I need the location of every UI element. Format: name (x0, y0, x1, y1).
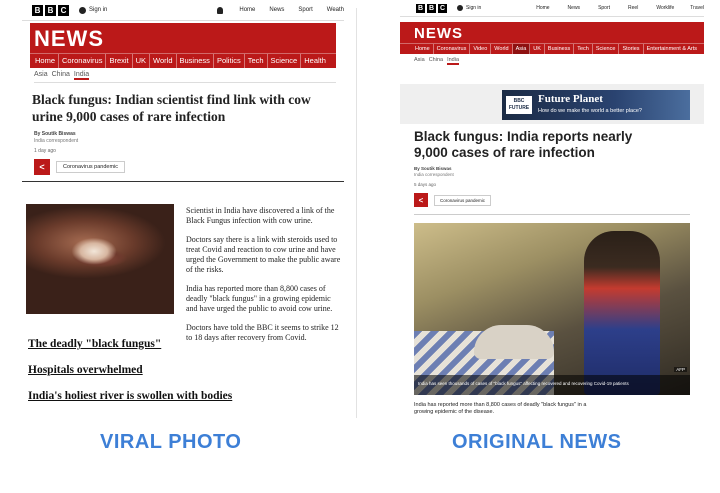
paragraph-4: Doctors have told the BBC it seems to st… (186, 323, 339, 342)
user-icon (79, 6, 86, 14)
breadcrumb-original: Asia China India (414, 57, 704, 67)
topnav-home[interactable]: Home (239, 7, 255, 13)
viral-photo-label: VIRAL PHOTO (100, 431, 242, 453)
nav-politics[interactable]: Politics (214, 54, 245, 68)
viral-panel: BBC Sign in Home News Sport Weath NEWS H… (22, 0, 344, 418)
news-title-original[interactable]: NEWS (400, 22, 704, 43)
article-body: Scientist in India have discovered a lin… (186, 206, 342, 343)
future-planet-ad[interactable]: BBC FUTURE Future Planet How do we make … (502, 90, 690, 120)
nav-home[interactable]: Home (32, 54, 60, 68)
paragraph-3: India has reported more than 8,800 cases… (186, 284, 333, 313)
news-title[interactable]: NEWS (30, 23, 336, 53)
byline-original: By Soutik Biswas (414, 166, 452, 171)
bbc-logo[interactable]: BBC (32, 4, 69, 16)
topnav-news[interactable]: News (269, 7, 284, 13)
panel-divider (356, 8, 357, 418)
news-nav-original: Home Coronavirus Video World Asia UK Bus… (400, 43, 704, 54)
crumb-china[interactable]: China (52, 71, 70, 80)
woman-shape (584, 231, 660, 395)
byline-role: India correspondent (34, 138, 79, 144)
crumb-china[interactable]: China (429, 57, 443, 65)
topnav-news[interactable]: News (568, 5, 581, 11)
nav-health[interactable]: Health (301, 54, 329, 68)
timestamp-original: 5 days ago (414, 182, 437, 187)
nav-entertainment[interactable]: Entertainment & Arts (644, 44, 700, 54)
topnav-travel[interactable]: Travel (690, 5, 704, 11)
signin-link[interactable]: Sign in (79, 6, 107, 14)
news-bar-original: NEWS Home Coronavirus Video World Asia U… (400, 22, 704, 54)
user-icon (457, 5, 463, 11)
share-button[interactable]: < (34, 159, 50, 175)
nav-tech[interactable]: Tech (574, 44, 593, 54)
crumb-asia[interactable]: Asia (414, 57, 425, 65)
news-nav: Home Coronavirus Brexit UK World Busines… (30, 53, 336, 68)
nav-coronavirus[interactable]: Coronavirus (434, 44, 471, 54)
nav-uk[interactable]: UK (530, 44, 545, 54)
lead-paragraph: India has reported more than 8,800 cases… (414, 402, 587, 415)
nav-brexit[interactable]: Brexit (106, 54, 133, 68)
nav-business[interactable]: Business (177, 54, 214, 68)
paragraph-2: Doctors say there is a link with steroid… (186, 235, 341, 274)
ad-subtitle: How do we make the world a better place? (538, 108, 642, 114)
topnav-home[interactable]: Home (536, 5, 549, 11)
share-row: < Coronavirus pandemic (34, 159, 344, 175)
nav-business[interactable]: Business (545, 44, 575, 54)
eye-photo (26, 204, 174, 314)
paragraph-1: Scientist in India have discovered a lin… (186, 206, 335, 225)
related-link-1[interactable]: The deadly "black fungus" (28, 338, 161, 350)
news-bar: NEWS Home Coronavirus Brexit UK World Bu… (30, 23, 336, 68)
bbc-topbar: BBC Sign in Home News Sport Weath (22, 0, 344, 21)
signin-link-original[interactable]: Sign in (457, 5, 481, 11)
topnav-worklife[interactable]: Worklife (656, 5, 674, 11)
nav-world[interactable]: World (150, 54, 177, 68)
crumb-india[interactable]: India (447, 57, 460, 65)
ad-title: Future Planet (538, 93, 603, 105)
bbc-future-logo: BBC FUTURE (506, 96, 532, 114)
article-rule (414, 214, 690, 215)
nav-science[interactable]: Science (268, 54, 302, 68)
crumb-india[interactable]: India (73, 71, 90, 80)
nav-video[interactable]: Video (470, 44, 492, 54)
photo-credit: AFP (674, 367, 687, 372)
share-button[interactable]: < (414, 193, 428, 207)
nav-home[interactable]: Home (412, 44, 434, 54)
article-headline-original: Black fungus: India reports nearly 9,000… (414, 129, 633, 160)
nav-science[interactable]: Science (593, 44, 620, 54)
crumb-asia[interactable]: Asia (34, 71, 48, 80)
topnav-reel[interactable]: Reel (628, 5, 638, 11)
nav-uk[interactable]: UK (133, 54, 151, 68)
breadcrumb: Asia China India (34, 71, 336, 83)
topic-tag[interactable]: Coronavirus pandemic (434, 194, 492, 206)
original-news-label: ORIGINAL NEWS (452, 431, 622, 453)
topic-tag[interactable]: Coronavirus pandemic (56, 161, 126, 173)
nav-coronavirus[interactable]: Coronavirus (59, 54, 107, 68)
bell-icon[interactable] (217, 6, 224, 14)
byline-role-original: India correspondent (414, 172, 454, 177)
related-link-2[interactable]: Hospitals overwhelmed (28, 364, 143, 376)
original-panel: BBC Sign in Home News Sport Reel Worklif… (400, 0, 704, 418)
related-link-3[interactable]: India's holiest river is swollen with bo… (28, 390, 232, 402)
bbc-logo-original[interactable]: BBC (416, 3, 447, 13)
nav-stories[interactable]: Stories (619, 44, 644, 54)
article-rule (22, 181, 344, 182)
article-headline: Black fungus: Indian scientist find link… (32, 92, 311, 124)
byline: By Soutik Biswas (34, 131, 76, 137)
topnav-sport[interactable]: Sport (598, 5, 610, 11)
nav-tech[interactable]: Tech (245, 54, 268, 68)
nav-world[interactable]: World (491, 44, 513, 54)
patient-shape (474, 325, 554, 359)
topnav-sport[interactable]: Sport (298, 7, 312, 13)
share-row-original: < Coronavirus pandemic (414, 193, 492, 207)
bbc-topbar-original: BBC Sign in Home News Sport Reel Worklif… (400, 0, 704, 17)
topnav-weather[interactable]: Weath (327, 7, 344, 13)
timestamp: 1 day ago (34, 148, 56, 154)
nav-asia[interactable]: Asia (512, 44, 531, 54)
photo-caption: India has seen thousands of cases of "bl… (418, 381, 629, 386)
hospital-photo: India has seen thousands of cases of "bl… (414, 223, 690, 395)
